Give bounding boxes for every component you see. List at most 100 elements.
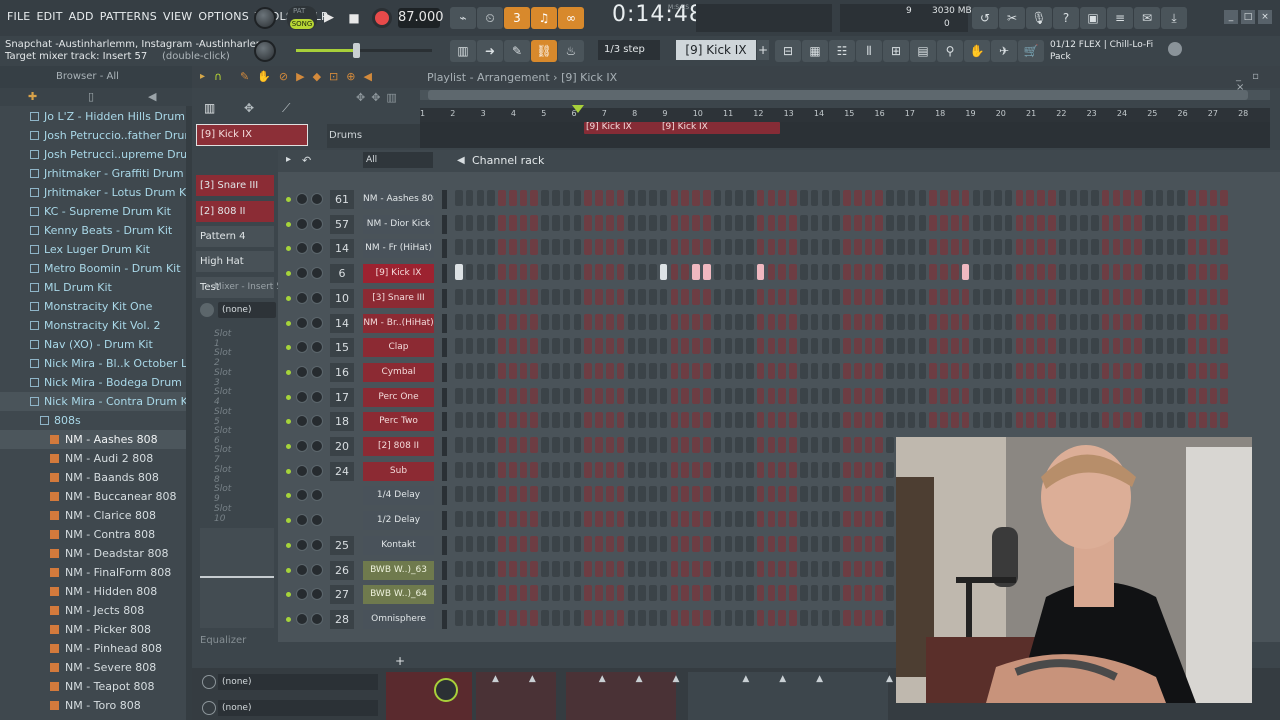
step-button[interactable] (1112, 190, 1121, 206)
step-button[interactable] (1177, 338, 1185, 355)
step-button[interactable] (455, 214, 463, 231)
step-button[interactable] (886, 486, 894, 503)
browser-item[interactable]: NM - Pinhead 808 (0, 639, 186, 658)
step-button[interactable] (681, 190, 689, 206)
draw-icon[interactable]: ✎ (504, 40, 530, 62)
channel-led-icon[interactable] (286, 542, 291, 548)
step-button[interactable] (519, 264, 528, 281)
step-button[interactable] (627, 190, 636, 206)
step-button[interactable] (1058, 412, 1067, 429)
step-button[interactable] (670, 437, 679, 453)
step-button[interactable] (735, 609, 743, 626)
step-button[interactable] (595, 461, 603, 478)
step-button[interactable] (584, 461, 592, 478)
step-button[interactable] (1177, 239, 1185, 256)
step-button[interactable] (853, 190, 862, 206)
step-button[interactable] (692, 412, 700, 429)
step-button[interactable] (767, 486, 776, 503)
playhead-marker[interactable] (572, 105, 584, 113)
mixer-icon[interactable]: ≡ (1107, 7, 1133, 29)
step-button[interactable] (961, 362, 970, 379)
step-button[interactable] (584, 239, 592, 256)
step-button[interactable] (1198, 190, 1207, 206)
step-button[interactable] (508, 264, 517, 281)
mixer-window-icon[interactable]: ⫴ (856, 40, 882, 62)
step-button[interactable] (724, 362, 733, 379)
step-button[interactable] (843, 486, 851, 503)
step-button[interactable] (552, 412, 560, 429)
step-button[interactable] (487, 239, 495, 256)
step-button[interactable] (767, 535, 776, 552)
step-button[interactable] (1188, 288, 1196, 305)
step-button[interactable] (789, 264, 797, 281)
step-button[interactable] (498, 362, 506, 379)
step-button[interactable] (767, 387, 776, 404)
step-button[interactable] (692, 511, 700, 528)
step-button[interactable] (853, 609, 862, 626)
step-button[interactable] (1026, 214, 1034, 231)
browser-item[interactable]: NM - Baands 808 (0, 468, 186, 487)
step-button[interactable] (498, 437, 506, 453)
channel-led-icon[interactable] (286, 246, 291, 252)
step-button[interactable] (940, 338, 948, 355)
rack-undo-icon[interactable]: ↶ (302, 154, 311, 167)
step-button[interactable] (584, 362, 592, 379)
file-icon[interactable]: ▯ (88, 90, 94, 103)
channel-led-icon[interactable] (286, 295, 291, 301)
new-pattern-button[interactable]: + (757, 40, 769, 60)
chat-icon[interactable]: ✉ (1134, 7, 1160, 29)
step-button[interactable] (832, 535, 840, 552)
browser-item[interactable]: Monstracity Kit Vol. 2 (0, 316, 186, 335)
step-button[interactable] (864, 214, 873, 231)
step-button[interactable] (864, 264, 873, 281)
step-button[interactable] (767, 338, 776, 355)
step-button[interactable] (638, 560, 646, 577)
step-button[interactable] (810, 412, 819, 429)
step-button[interactable] (562, 560, 571, 577)
step-button[interactable] (498, 585, 506, 602)
step-button[interactable] (605, 412, 614, 429)
step-button[interactable] (778, 560, 787, 577)
step-button[interactable] (778, 190, 787, 206)
step-button[interactable] (886, 288, 894, 305)
step-button[interactable] (950, 387, 959, 404)
step-button[interactable] (1209, 264, 1218, 281)
step-button[interactable] (573, 239, 582, 256)
browser-item[interactable]: NM - Buccanear 808 (0, 487, 186, 506)
channel-led-icon[interactable] (286, 419, 291, 425)
step-button[interactable] (616, 338, 625, 355)
step-button[interactable] (724, 412, 733, 429)
step-button[interactable] (1177, 387, 1185, 404)
step-button[interactable] (778, 486, 787, 503)
step-button[interactable] (1004, 214, 1013, 231)
metronome-icon[interactable]: ⌁ (450, 7, 476, 29)
step-button[interactable] (1047, 338, 1056, 355)
step-button[interactable] (552, 288, 560, 305)
step-button[interactable] (843, 461, 851, 478)
menu-view[interactable]: VIEW (160, 10, 195, 23)
step-button[interactable] (1188, 313, 1196, 330)
mixer-slot[interactable]: Slot 1 (214, 329, 231, 349)
step-button[interactable] (627, 511, 636, 528)
step-button[interactable] (746, 560, 754, 577)
step-button[interactable] (573, 387, 582, 404)
step-button[interactable] (756, 264, 765, 281)
step-button[interactable] (670, 362, 679, 379)
step-button[interactable] (1198, 387, 1207, 404)
step-button[interactable] (573, 338, 582, 355)
browser-item[interactable]: Kenny Beats - Drum Kit (0, 221, 186, 240)
step-button[interactable] (800, 264, 808, 281)
step-button[interactable] (649, 362, 657, 379)
step-button[interactable] (1101, 313, 1110, 330)
step-button[interactable] (821, 387, 830, 404)
step-button[interactable] (886, 190, 894, 206)
step-button[interactable] (821, 362, 830, 379)
step-button[interactable] (1220, 387, 1229, 404)
step-button[interactable] (702, 190, 711, 206)
step-button[interactable] (972, 214, 981, 231)
step-button[interactable] (519, 338, 528, 355)
pattern-list-item[interactable]: Pattern 4 (196, 225, 274, 247)
news-line-1[interactable]: 01/12 FLEX | Chill-Lo-Fi (1050, 40, 1153, 50)
step-button[interactable] (1220, 288, 1229, 305)
step-button[interactable] (649, 535, 657, 552)
